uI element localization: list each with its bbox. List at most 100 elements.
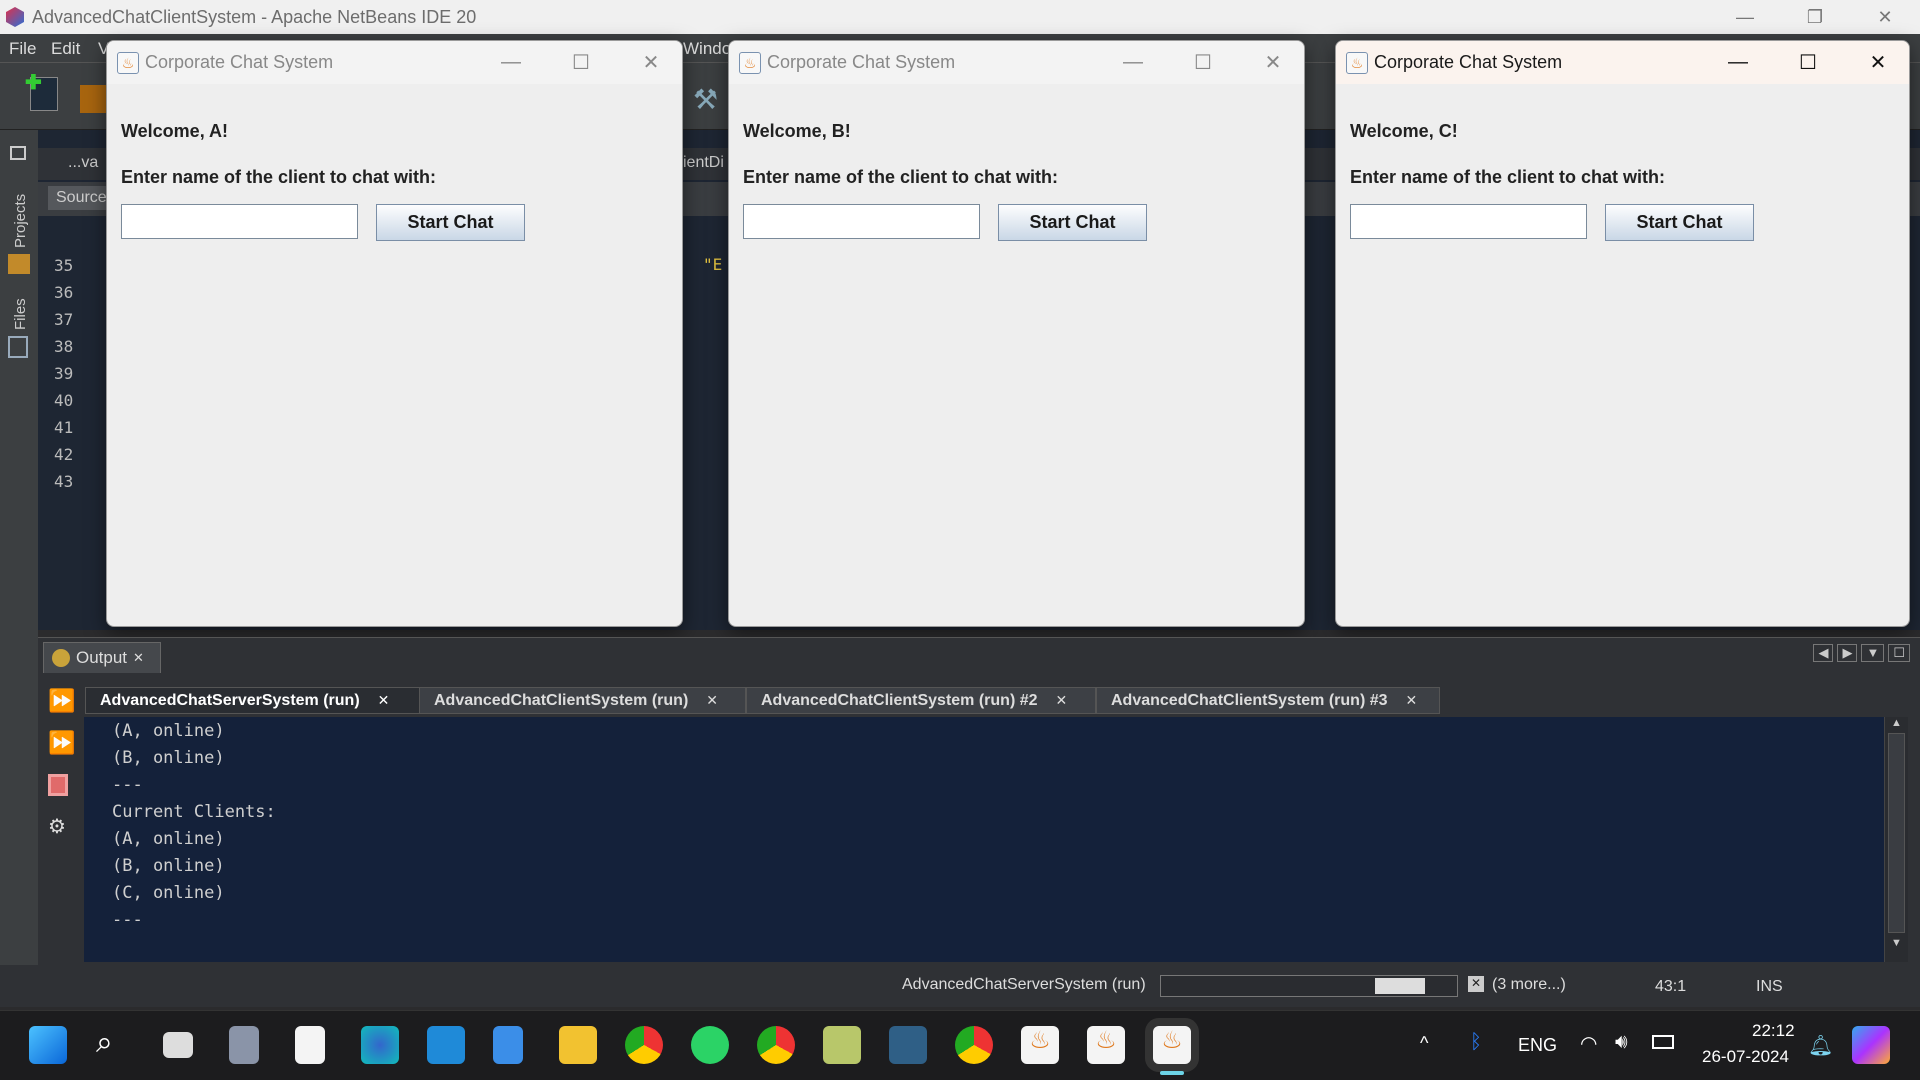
search-icon[interactable]: ⌕ xyxy=(96,1026,134,1064)
snipping-tool-icon[interactable] xyxy=(295,1026,325,1064)
source-tab[interactable]: Source xyxy=(48,186,115,210)
line-number: 36 xyxy=(54,283,74,302)
minimize-button[interactable]: — xyxy=(1715,0,1775,34)
close-icon[interactable]: ✕ xyxy=(706,692,718,709)
minimize-button[interactable]: — xyxy=(1103,41,1163,84)
cancel-task-icon[interactable]: ✕ xyxy=(1468,976,1484,992)
running-task-label: AdvancedChatServerSystem (run) xyxy=(902,976,1146,993)
maximize-button[interactable]: ☐ xyxy=(1778,41,1838,84)
line-number: 39 xyxy=(54,364,74,383)
build-hammer-icon[interactable]: ⚒ xyxy=(693,83,718,119)
volume-icon[interactable]: 🔊︎ xyxy=(1615,1031,1628,1054)
projects-panel-tab[interactable]: Projects xyxy=(12,194,29,248)
new-file-icon[interactable]: ✚ xyxy=(25,72,58,111)
netbeans-logo-icon xyxy=(6,7,24,27)
chrome-icon[interactable] xyxy=(625,1026,663,1064)
line-number: 43 xyxy=(54,472,74,491)
editor-tab-2[interactable]: ientDi xyxy=(683,154,724,172)
java-icon: ♨ xyxy=(739,51,761,74)
close-icon[interactable]: ✕ xyxy=(133,650,144,666)
close-icon[interactable]: ✕ xyxy=(1406,692,1418,709)
notification-bell-icon[interactable]: 🔔︎ xyxy=(1808,1033,1833,1058)
copilot-icon[interactable] xyxy=(1852,1026,1890,1064)
minimize-button[interactable]: — xyxy=(481,41,541,84)
clock-time[interactable]: 22:12 xyxy=(1752,1021,1795,1041)
java-app-icon[interactable]: ♨ xyxy=(1021,1026,1059,1064)
edge-icon[interactable] xyxy=(361,1026,399,1064)
rerun-with-params-icon[interactable]: ⏩ xyxy=(48,730,75,755)
whatsapp-icon[interactable] xyxy=(691,1026,729,1064)
tab-label: AdvancedChatClientSystem (run) xyxy=(434,691,689,709)
client-name-input[interactable] xyxy=(1350,204,1587,239)
minimize-button[interactable]: — xyxy=(1708,41,1768,84)
close-button[interactable]: ✕ xyxy=(621,41,681,84)
scroll-left-icon[interactable]: ◀ xyxy=(1813,644,1834,662)
java-app-icon[interactable]: ♨ xyxy=(1087,1026,1125,1064)
vscode-icon[interactable] xyxy=(427,1026,465,1064)
console-output[interactable]: (A, online) (B, online) --- Current Clie… xyxy=(84,717,1884,962)
scroll-right-icon[interactable]: ▶ xyxy=(1837,644,1858,662)
maximize-button[interactable]: ☐ xyxy=(1173,41,1233,84)
show-hidden-icons[interactable]: ^ xyxy=(1420,1033,1428,1054)
clock-date[interactable]: 26-07-2024 xyxy=(1702,1047,1789,1067)
status-bar: AdvancedChatServerSystem (run) ✕ (3 more… xyxy=(0,965,1920,1007)
close-button[interactable]: ✕ xyxy=(1855,0,1915,34)
netbeans-icon[interactable] xyxy=(823,1026,861,1064)
maximize-icon[interactable]: ☐ xyxy=(1888,644,1910,662)
chrome-profile-2-icon[interactable] xyxy=(955,1026,993,1064)
start-icon[interactable] xyxy=(29,1026,67,1064)
console-scrollbar[interactable]: ▲ ▼ xyxy=(1884,717,1908,962)
mysql-workbench-icon[interactable] xyxy=(889,1026,927,1064)
file-explorer-icon[interactable] xyxy=(559,1026,597,1064)
start-chat-button[interactable]: Start Chat xyxy=(376,204,525,241)
menu-edit[interactable]: Edit xyxy=(51,39,80,59)
prompt-label: Enter name of the client to chat with: xyxy=(743,167,1059,187)
chat-dialog-a: ♨ Corporate Chat System — ☐ ✕ Welcome, A! E… xyxy=(106,40,683,627)
output-tab[interactable]: Output ✕ xyxy=(43,642,161,673)
battery-icon[interactable] xyxy=(1652,1035,1674,1049)
console-line: (C, online) xyxy=(112,883,225,903)
close-button[interactable]: ✕ xyxy=(1848,41,1908,84)
bluetooth-icon[interactable]: ᛒ xyxy=(1470,1031,1482,1054)
task-view-icon[interactable] xyxy=(163,1032,193,1058)
stop-icon[interactable] xyxy=(48,774,68,796)
tab-client-run[interactable]: AdvancedChatClientSystem (run) ✕ xyxy=(419,687,746,714)
output-tab-label: Output xyxy=(76,648,128,667)
ide-title: AdvancedChatClientSystem - Apache NetBea… xyxy=(32,6,477,27)
output-panel: Output ✕ ◀ ▶ ▼ ☐ AdvancedChatServerSystem (r… xyxy=(38,637,1920,965)
menu-file[interactable]: File xyxy=(9,39,36,59)
calculator-icon[interactable] xyxy=(229,1026,259,1064)
client-name-input[interactable] xyxy=(743,204,980,239)
close-icon[interactable]: ✕ xyxy=(378,692,390,709)
close-icon[interactable]: ✕ xyxy=(1056,692,1068,709)
dialog-title: Corporate Chat System xyxy=(1374,52,1563,72)
language-indicator[interactable]: ENG xyxy=(1518,1035,1557,1056)
notepad-icon[interactable] xyxy=(493,1026,523,1064)
settings-icon[interactable]: ⚙ xyxy=(48,814,72,838)
editor-tab[interactable]: ...va xyxy=(68,154,98,172)
restore-window-icon[interactable] xyxy=(10,146,26,160)
close-button[interactable]: ✕ xyxy=(1243,41,1303,84)
tab-client-run-2[interactable]: AdvancedChatClientSystem (run) #2 ✕ xyxy=(746,687,1096,714)
maximize-button[interactable]: ☐ xyxy=(551,41,611,84)
files-panel-tab[interactable]: Files xyxy=(12,298,29,330)
windows-taskbar: ⌕ ♨ ♨ ♨ ^ ᛒ ENG ◠ 🔊︎ 22:12 26-07-2024 🔔︎ xyxy=(0,1010,1920,1080)
console-line: (A, online) xyxy=(112,721,225,741)
tab-server-run[interactable]: AdvancedChatServerSystem (run) ✕ xyxy=(85,687,421,714)
console-line: --- xyxy=(112,775,143,795)
console-line: (B, online) xyxy=(112,856,225,876)
rerun-icon[interactable]: ⏩ xyxy=(48,688,75,713)
tab-client-run-3[interactable]: AdvancedChatClientSystem (run) #3 ✕ xyxy=(1096,687,1440,714)
files-icon xyxy=(8,336,28,358)
new-project-icon[interactable] xyxy=(80,85,106,113)
wifi-icon[interactable]: ◠ xyxy=(1580,1031,1597,1056)
start-chat-button[interactable]: Start Chat xyxy=(998,204,1147,241)
chrome-profile-icon[interactable] xyxy=(757,1026,795,1064)
dropdown-icon[interactable]: ▼ xyxy=(1861,644,1885,662)
restore-button[interactable]: ❐ xyxy=(1785,0,1845,34)
start-chat-button[interactable]: Start Chat xyxy=(1605,204,1754,241)
ide-title-bar: AdvancedChatClientSystem - Apache NetBea… xyxy=(0,0,1920,34)
more-tasks-link[interactable]: (3 more...) xyxy=(1492,976,1566,994)
java-app-icon[interactable]: ♨ xyxy=(1153,1026,1191,1064)
client-name-input[interactable] xyxy=(121,204,358,239)
